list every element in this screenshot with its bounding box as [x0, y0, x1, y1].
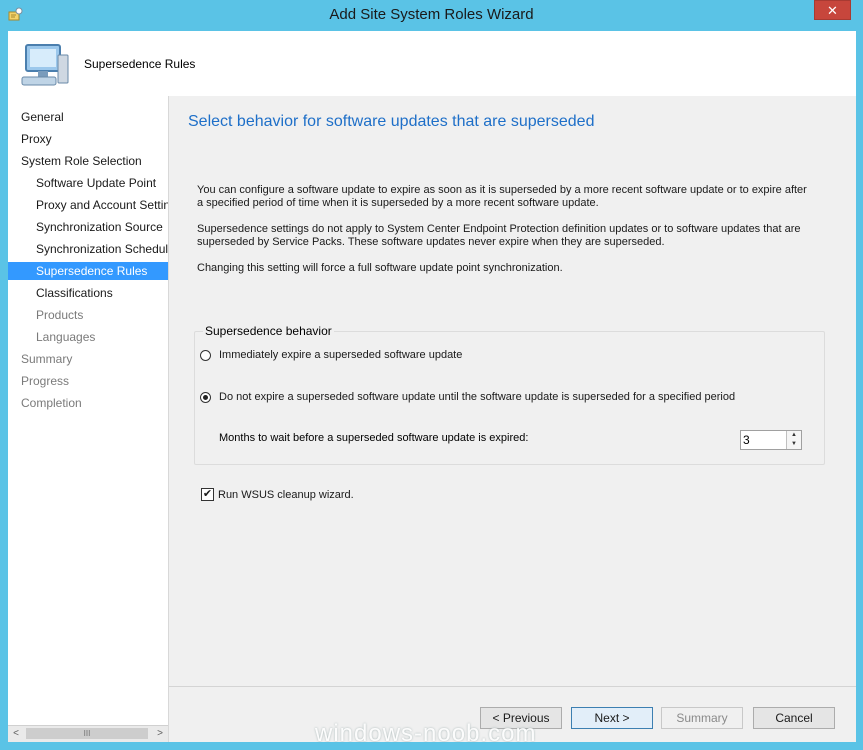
- radio-button-immediately-expire[interactable]: [200, 349, 211, 361]
- summary-button: Summary: [661, 707, 743, 729]
- radio-button-do-not-expire[interactable]: [200, 391, 211, 403]
- wsus-cleanup-option[interactable]: ✔ Run WSUS cleanup wizard.: [201, 488, 354, 501]
- nav-item-general[interactable]: General: [8, 108, 168, 126]
- nav-item-software-update-point[interactable]: Software Update Point: [8, 174, 168, 192]
- months-to-wait-label: Months to wait before a superseded softw…: [219, 432, 529, 444]
- page-subtitle: Supersedence Rules: [84, 57, 196, 71]
- nav-item-classifications[interactable]: Classifications: [8, 284, 168, 302]
- nav-item-supersedence-rules[interactable]: Supersedence Rules: [8, 262, 168, 280]
- page-title: Select behavior for software updates tha…: [188, 113, 595, 130]
- nav-item-summary: Summary: [21, 352, 73, 366]
- nav-item-proxy[interactable]: Proxy: [8, 130, 168, 148]
- computer-icon: [21, 44, 69, 86]
- nav-horizontal-scrollbar[interactable]: < III >: [8, 725, 168, 742]
- window-title: Add Site System Roles Wizard: [329, 6, 534, 23]
- nav-item-progress: Progress: [21, 374, 70, 388]
- description-expire: You can configure a software update to e…: [197, 184, 807, 209]
- nav-item-proxy-account-settings[interactable]: Proxy and Account Settin: [8, 196, 168, 214]
- description-endpoint-protection: Supersedence settings do not apply to Sy…: [197, 223, 801, 248]
- watermark: windows-noob.com: [315, 720, 537, 747]
- cancel-button[interactable]: Cancel: [753, 707, 835, 729]
- group-label: Supersedence behavior: [203, 324, 334, 338]
- wizard-steps-nav: General Proxy System Role Selection Soft…: [8, 96, 169, 742]
- nav-item-synchronization-schedule[interactable]: Synchronization Schedule: [8, 240, 168, 258]
- months-stepper[interactable]: 3 ▲ ▼: [740, 430, 802, 450]
- main-content: Select behavior for software updates tha…: [169, 96, 856, 686]
- wsus-cleanup-checkbox[interactable]: ✔: [201, 488, 214, 501]
- scroll-thumb[interactable]: III: [26, 728, 148, 739]
- radio-do-not-expire[interactable]: Do not expire a superseded software upda…: [200, 391, 735, 403]
- chevron-up-icon[interactable]: ▲: [787, 431, 801, 440]
- radio-label-do-not-expire: Do not expire a superseded software upda…: [219, 391, 736, 403]
- close-icon: ✕: [827, 3, 838, 18]
- radio-immediately-expire[interactable]: Immediately expire a superseded software…: [200, 349, 462, 361]
- next-button[interactable]: Next >: [571, 707, 653, 729]
- wizard-header: Supersedence Rules: [8, 31, 856, 96]
- wsus-cleanup-label: Run WSUS cleanup wizard.: [218, 488, 354, 501]
- title-bar[interactable]: Add Site System Roles Wizard ✕: [0, 0, 863, 31]
- scroll-left-icon[interactable]: <: [8, 726, 24, 742]
- radio-label-immediately-expire: Immediately expire a superseded software…: [219, 349, 463, 361]
- nav-item-products: Products: [36, 308, 84, 322]
- chevron-down-icon[interactable]: ▼: [787, 440, 801, 449]
- close-button[interactable]: ✕: [814, 0, 851, 20]
- nav-item-languages: Languages: [36, 330, 96, 344]
- nav-item-system-role-selection[interactable]: System Role Selection: [8, 152, 168, 170]
- wizard-window: Add Site System Roles Wizard ✕ Supersede…: [0, 0, 863, 750]
- months-value[interactable]: 3: [743, 433, 750, 447]
- nav-item-completion: Completion: [21, 396, 82, 410]
- scroll-right-icon[interactable]: >: [152, 726, 168, 742]
- nav-item-synchronization-source[interactable]: Synchronization Source: [8, 218, 168, 236]
- stepper-buttons: ▲ ▼: [786, 431, 801, 449]
- description-full-sync: Changing this setting will force a full …: [197, 262, 563, 274]
